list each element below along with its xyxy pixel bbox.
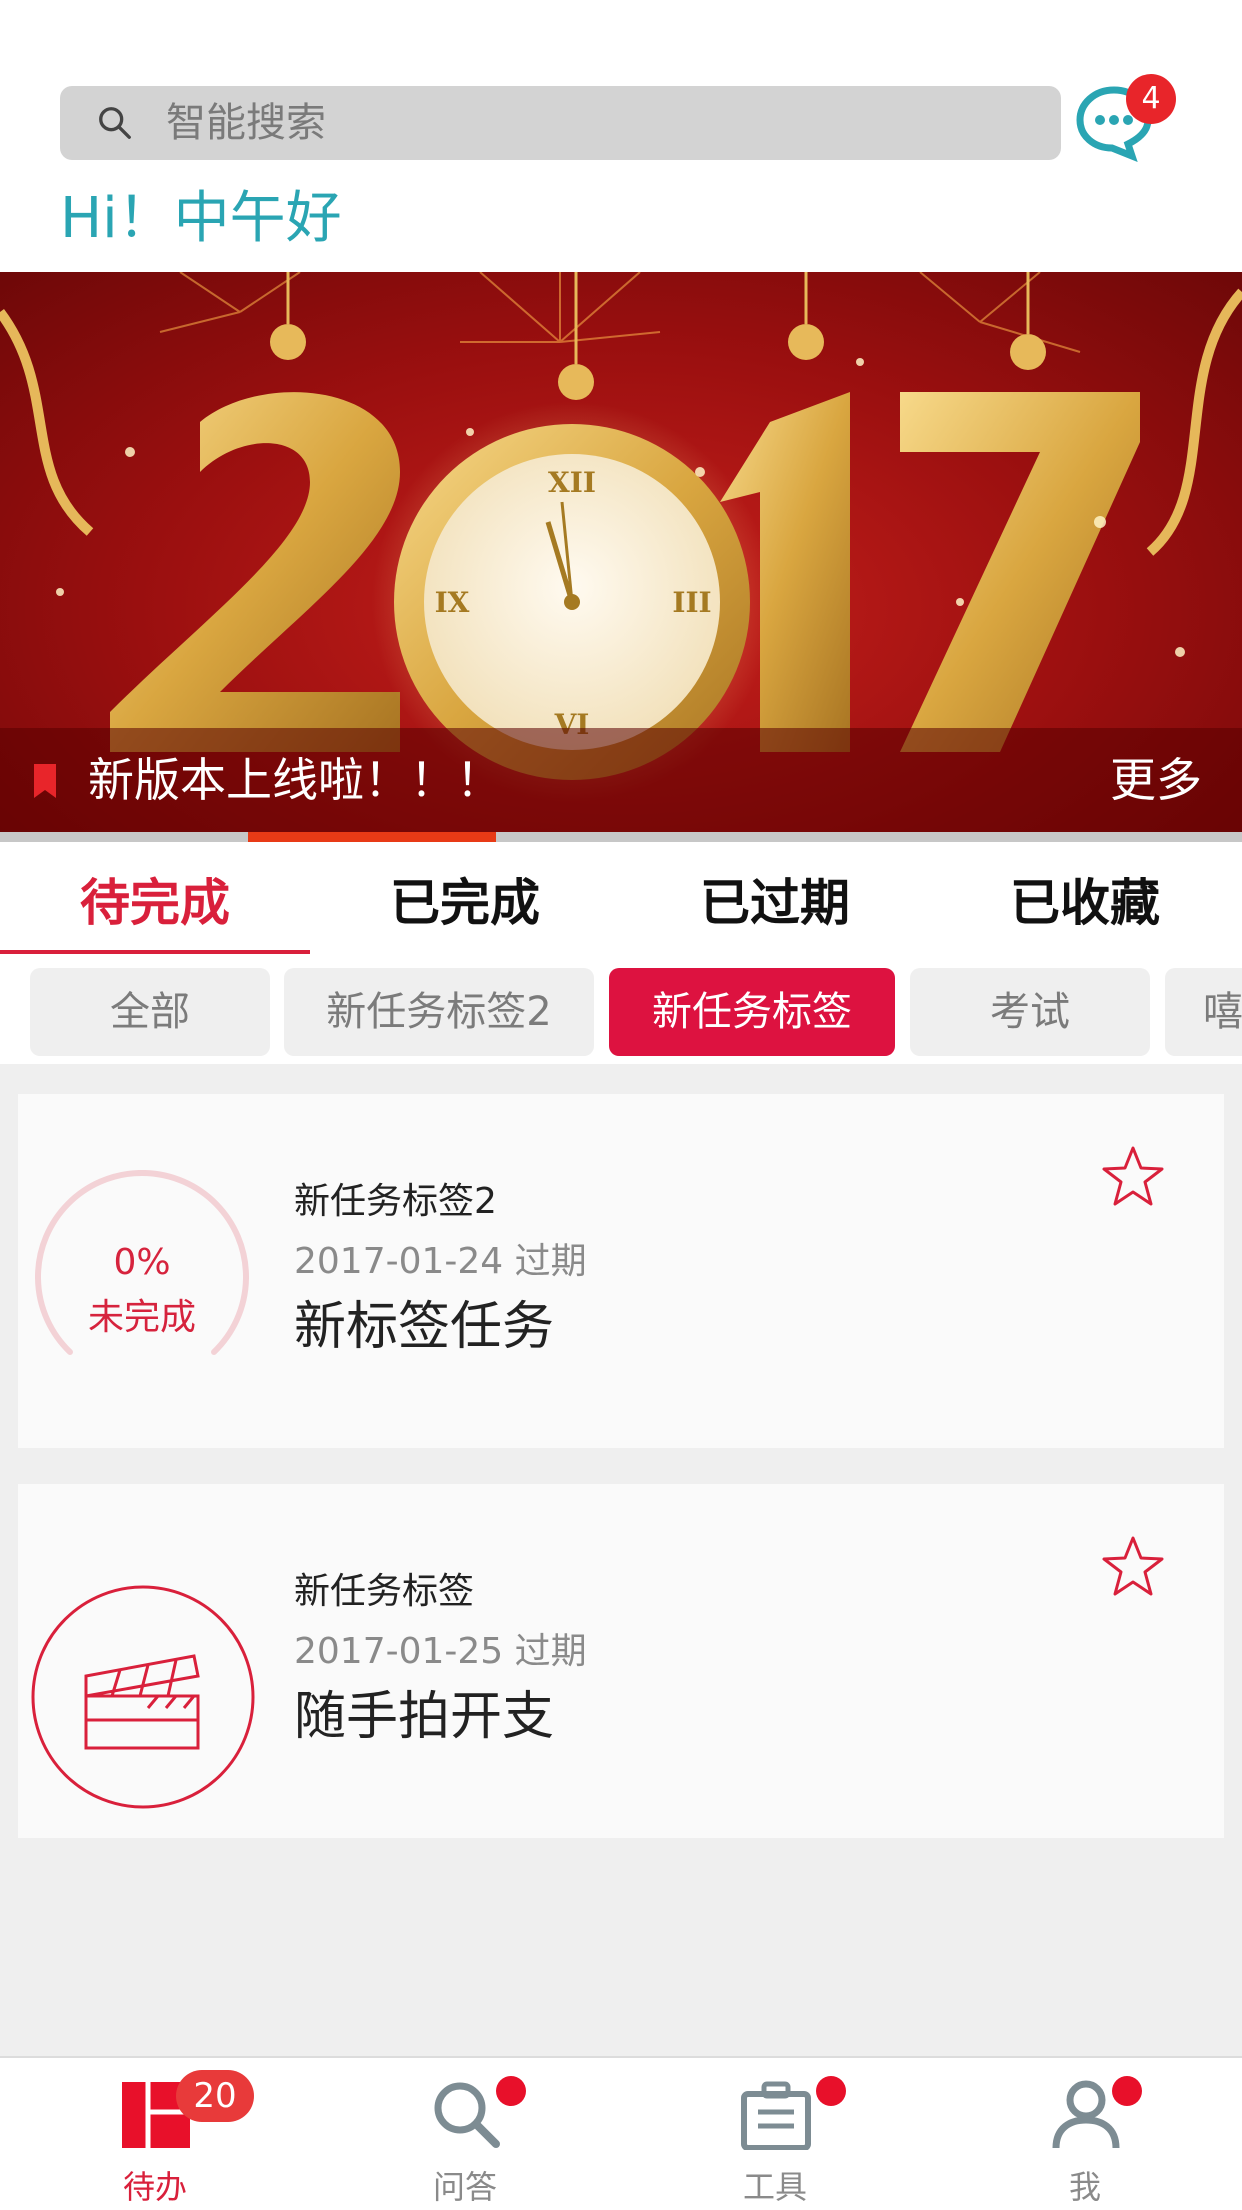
progress-status: 未完成: [87, 1297, 196, 1338]
task-title: 新标签任务: [294, 1297, 555, 1357]
tab-completed[interactable]: 已完成: [310, 842, 620, 952]
task-deadline: 2017-01-24 过期: [294, 1241, 587, 1282]
task-deadline: 2017-01-25 过期: [294, 1631, 587, 1672]
chip-more[interactable]: 嘻: [1165, 968, 1242, 1056]
nav-label: 问答: [432, 2168, 497, 2206]
nav-me[interactable]: 我: [930, 2058, 1240, 2210]
notification-dot: [816, 2076, 846, 2106]
star-icon[interactable]: [1100, 1534, 1166, 1600]
banner-caption-bar[interactable]: 新版本上线啦！！！ 更多: [0, 728, 1242, 832]
search-placeholder: 智能搜索: [166, 100, 326, 146]
tab-expired[interactable]: 已过期: [620, 842, 930, 952]
nav-tools[interactable]: 工具: [620, 2058, 930, 2210]
star-icon[interactable]: [1100, 1144, 1166, 1210]
nav-label: 工具: [742, 2168, 807, 2206]
chip-exam[interactable]: 考试: [910, 968, 1150, 1056]
banner-pager: [0, 832, 1242, 842]
nav-label: 我: [1068, 2168, 1101, 2206]
briefcase-icon: [741, 2081, 811, 2150]
banner-pager-indicator: [248, 832, 496, 842]
greeting-text: Hi！中午好: [60, 186, 342, 251]
tab-favorites[interactable]: 已收藏: [930, 842, 1240, 952]
progress-percent: 0%: [113, 1242, 171, 1283]
search-icon: [99, 107, 131, 139]
todo-count-badge: 20: [176, 2070, 254, 2122]
chip-all[interactable]: 全部: [30, 968, 270, 1056]
task-card[interactable]: 新任务标签 2017-01-25 过期 随手拍开支: [18, 1484, 1224, 1838]
bookmark-icon: [34, 764, 56, 798]
clapperboard-icon: [31, 1585, 255, 1809]
nav-todo[interactable]: 20 待办: [0, 2058, 310, 2210]
chip-tag-2[interactable]: 新任务标签2: [284, 968, 594, 1056]
svg-text:IX: IX: [435, 586, 470, 619]
status-tabs: 待完成 已完成 已过期 已收藏: [0, 842, 1242, 954]
chip-tag[interactable]: 新任务标签: [609, 968, 895, 1056]
notification-dot: [1112, 2076, 1142, 2106]
svg-text:III: III: [672, 586, 711, 619]
message-badge: 4: [1126, 74, 1176, 124]
task-title: 随手拍开支: [294, 1687, 555, 1747]
nav-qa[interactable]: 问答: [310, 2058, 620, 2210]
tag-filter-bar: 全部 新任务标签2 新任务标签 考试 嘻: [0, 954, 1242, 1064]
search-icon: [434, 2082, 500, 2148]
nav-label: 待办: [122, 2168, 187, 2206]
bottom-nav: 20 待办 问答 工具 我: [0, 2056, 1242, 2210]
task-tag: 新任务标签: [294, 1571, 475, 1612]
banner-more-link[interactable]: 更多: [1110, 728, 1202, 832]
notification-dot: [496, 2076, 526, 2106]
tab-pending[interactable]: 待完成: [0, 842, 310, 952]
svg-text:XII: XII: [548, 466, 596, 499]
task-card[interactable]: 0% 未完成 新任务标签2 2017-01-24 过期 新标签任务: [18, 1094, 1224, 1448]
task-tag: 新任务标签2: [294, 1181, 497, 1222]
banner-caption: 新版本上线啦！！！: [88, 753, 502, 807]
search-bar[interactable]: 智能搜索: [60, 86, 1061, 160]
